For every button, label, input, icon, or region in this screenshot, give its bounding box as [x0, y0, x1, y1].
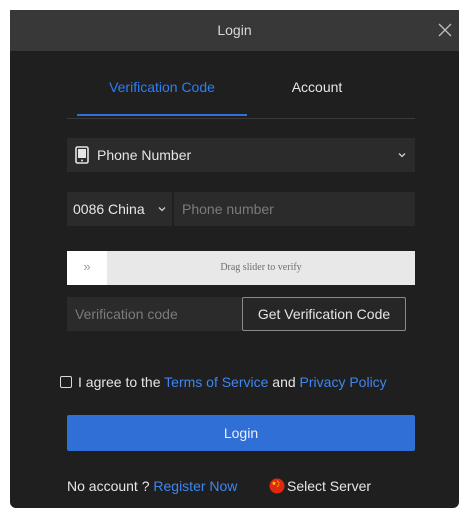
no-account-text: No account ? [67, 478, 150, 494]
agree-prefix: I agree to the [78, 374, 161, 390]
get-verification-code-button[interactable]: Get Verification Code [242, 297, 406, 331]
login-type-select[interactable]: Phone Number [67, 138, 415, 172]
verify-slider[interactable]: » Drag slider to verify [67, 251, 415, 285]
title-bar: Login [10, 10, 459, 51]
close-icon [438, 23, 452, 37]
phone-icon [75, 146, 89, 164]
close-button[interactable] [435, 20, 455, 40]
country-code-label: 0086 China [73, 201, 145, 217]
chevron-down-icon [158, 207, 166, 212]
login-dialog: Login Verification Code Account Phone Nu… [10, 10, 459, 508]
chevron-down-icon [398, 153, 406, 158]
register-now-link[interactable]: Register Now [153, 478, 237, 494]
agree-checkbox[interactable] [60, 376, 72, 388]
select-server-button[interactable]: Select Server [269, 476, 371, 496]
window-title: Login [217, 22, 252, 38]
select-server-label: Select Server [287, 478, 372, 494]
china-flag-icon [269, 478, 285, 494]
verification-code-input[interactable] [67, 297, 247, 331]
slider-hint: Drag slider to verify [220, 262, 302, 273]
register-prompt: No account ? Register Now [67, 478, 237, 494]
agreement-row: I agree to the Terms of Service and Priv… [60, 374, 420, 390]
tab-verification-code[interactable]: Verification Code [77, 72, 247, 116]
privacy-policy-link[interactable]: Privacy Policy [300, 374, 387, 390]
login-button[interactable]: Login [67, 415, 415, 451]
terms-of-service-link[interactable]: Terms of Service [164, 374, 268, 390]
phone-number-input[interactable] [174, 192, 415, 226]
login-type-label: Phone Number [97, 147, 192, 163]
agree-conjunction: and [272, 374, 296, 390]
login-tabs: Verification Code Account [67, 72, 415, 119]
tab-account[interactable]: Account [247, 72, 387, 116]
country-code-select[interactable]: 0086 China [67, 192, 172, 226]
slider-handle[interactable]: » [67, 251, 107, 285]
